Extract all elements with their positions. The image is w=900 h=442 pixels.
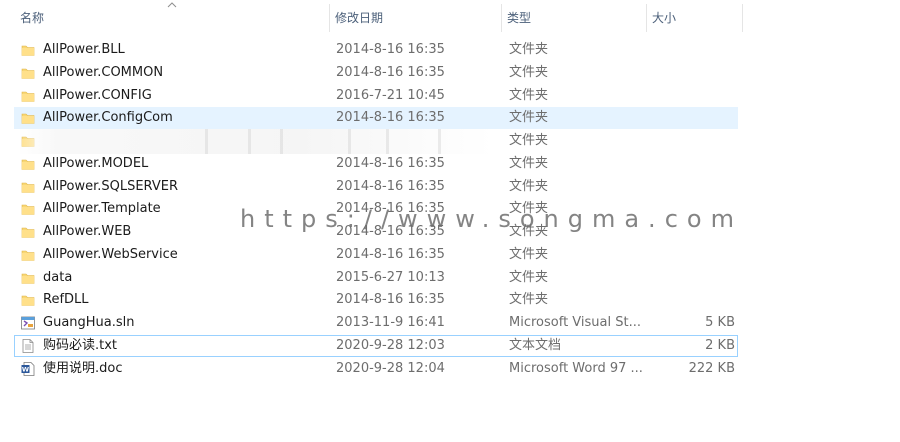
file-row[interactable]: AllPower.WebService 2014-8-16 16:35 文件夹 [14, 244, 738, 266]
file-name: 使用说明.doc [43, 360, 123, 376]
file-type: Microsoft Visual St... [509, 315, 641, 330]
word-document-icon: W [20, 361, 36, 377]
file-explorer: 名称 修改日期 类型 大小 AllPower.BLL 2014-8-16 16:3… [0, 0, 900, 442]
folder-icon [20, 65, 36, 81]
folder-icon [20, 179, 36, 195]
file-modified-date: 2015-6-27 10:13 [336, 269, 445, 285]
file-row[interactable]: data 2015-6-27 10:13 文件夹 [14, 267, 738, 289]
redacted-row-blur [18, 129, 493, 154]
file-modified-date: 2014-8-16 16:35 [336, 155, 445, 171]
file-row[interactable]: AllPower.MODEL 2014-8-16 16:35 文件夹 [14, 153, 738, 175]
file-modified-date: 2020-9-28 12:03 [336, 337, 445, 353]
column-header-bar: 名称 修改日期 类型 大小 [0, 0, 743, 36]
file-row[interactable]: AllPower.CONFIG 2016-7-21 10:45 文件夹 [14, 85, 738, 107]
folder-icon [20, 156, 36, 172]
file-name: GuangHua.sln [43, 315, 135, 330]
file-modified-date: 2014-8-16 16:35 [336, 246, 445, 262]
file-type: 文件夹 [509, 269, 549, 285]
file-type: 文件夹 [509, 64, 549, 80]
file-modified-date: 2016-7-21 10:45 [336, 87, 445, 103]
file-type: 文件夹 [509, 178, 549, 194]
file-name: AllPower.MODEL [43, 155, 149, 171]
svg-text:W: W [22, 365, 29, 373]
visual-studio-solution-icon [20, 315, 36, 331]
file-size [647, 131, 735, 151]
file-row[interactable]: 购码必读.txt 2020-9-28 12:03 文本文档 2 KB [14, 334, 738, 357]
file-row[interactable]: AllPower.BLL 2014-8-16 16:35 文件夹 [14, 39, 738, 61]
file-name: AllPower.BLL [43, 42, 125, 57]
file-size: 222 KB [688, 360, 735, 376]
file-row[interactable]: RefDLL 2014-8-16 16:35 文件夹 [14, 289, 738, 311]
text-document-icon [20, 338, 36, 354]
file-modified-date: 2014-8-16 16:35 [336, 64, 445, 80]
file-type: Microsoft Word 97 ... [509, 360, 643, 376]
file-name: AllPower.ConfigCom [43, 110, 173, 126]
file-modified-date: 2014-8-16 16:35 [336, 292, 445, 308]
file-size: 2 KB [705, 337, 735, 353]
column-header-name[interactable]: 名称 [14, 0, 329, 36]
file-row[interactable]: W 使用说明.doc 2020-9-28 12:04 Microsoft Word 9… [14, 358, 738, 380]
file-size [647, 290, 735, 310]
file-size [647, 63, 735, 83]
folder-icon [20, 270, 36, 286]
folder-icon [20, 247, 36, 263]
file-size [647, 177, 735, 197]
folder-icon [20, 201, 36, 217]
file-size [647, 268, 735, 288]
file-row[interactable]: AllPower.COMMON 2014-8-16 16:35 文件夹 [14, 62, 738, 84]
file-size [647, 40, 735, 60]
file-row[interactable]: GuangHua.sln 2013-11-9 16:41 Microsoft Vis… [14, 312, 738, 334]
column-header-size[interactable]: 大小 [646, 0, 742, 36]
folder-icon [20, 110, 36, 126]
file-name: AllPower.WebService [43, 246, 178, 262]
file-size [647, 108, 735, 128]
file-name: AllPower.SQLSERVER [43, 178, 179, 194]
file-row[interactable]: AllPower.ConfigCom 2014-8-16 16:35 文件夹 [14, 107, 738, 130]
file-size [647, 245, 735, 265]
file-name: 购码必读.txt [43, 337, 118, 353]
column-divider[interactable] [742, 4, 743, 32]
file-name: data [43, 269, 73, 285]
file-type: 文件夹 [509, 133, 549, 148]
file-name: AllPower.COMMON [43, 64, 164, 80]
file-name: RefDLL [43, 292, 89, 308]
file-modified-date: 2014-8-16 16:35 [336, 110, 445, 126]
folder-icon [20, 292, 36, 308]
file-modified-date: 2014-8-16 16:35 [336, 42, 445, 57]
file-name: AllPower.CONFIG [43, 87, 152, 103]
file-size [647, 154, 735, 174]
file-size [647, 86, 735, 106]
file-type: 文件夹 [509, 155, 549, 171]
file-type: 文件夹 [509, 292, 549, 308]
folder-icon [20, 88, 36, 104]
file-modified-date: 2020-9-28 12:04 [336, 360, 445, 376]
file-modified-date: 2014-8-16 16:35 [336, 178, 445, 194]
file-size: 5 KB [705, 315, 735, 330]
folder-icon [20, 224, 36, 240]
file-type: 文件夹 [509, 87, 549, 103]
folder-icon [20, 42, 36, 58]
file-row[interactable]: AllPower.SQLSERVER 2014-8-16 16:35 文件夹 [14, 176, 738, 198]
column-header-type[interactable]: 类型 [501, 0, 646, 36]
file-type: 文件夹 [509, 246, 549, 262]
column-header-date[interactable]: 修改日期 [329, 0, 501, 36]
file-type: 文本文档 [509, 337, 562, 353]
file-type: 文件夹 [509, 110, 549, 126]
file-type: 文件夹 [509, 42, 549, 57]
file-modified-date: 2013-11-9 16:41 [336, 315, 445, 330]
watermark-text: https://www.songma.com [240, 205, 743, 233]
